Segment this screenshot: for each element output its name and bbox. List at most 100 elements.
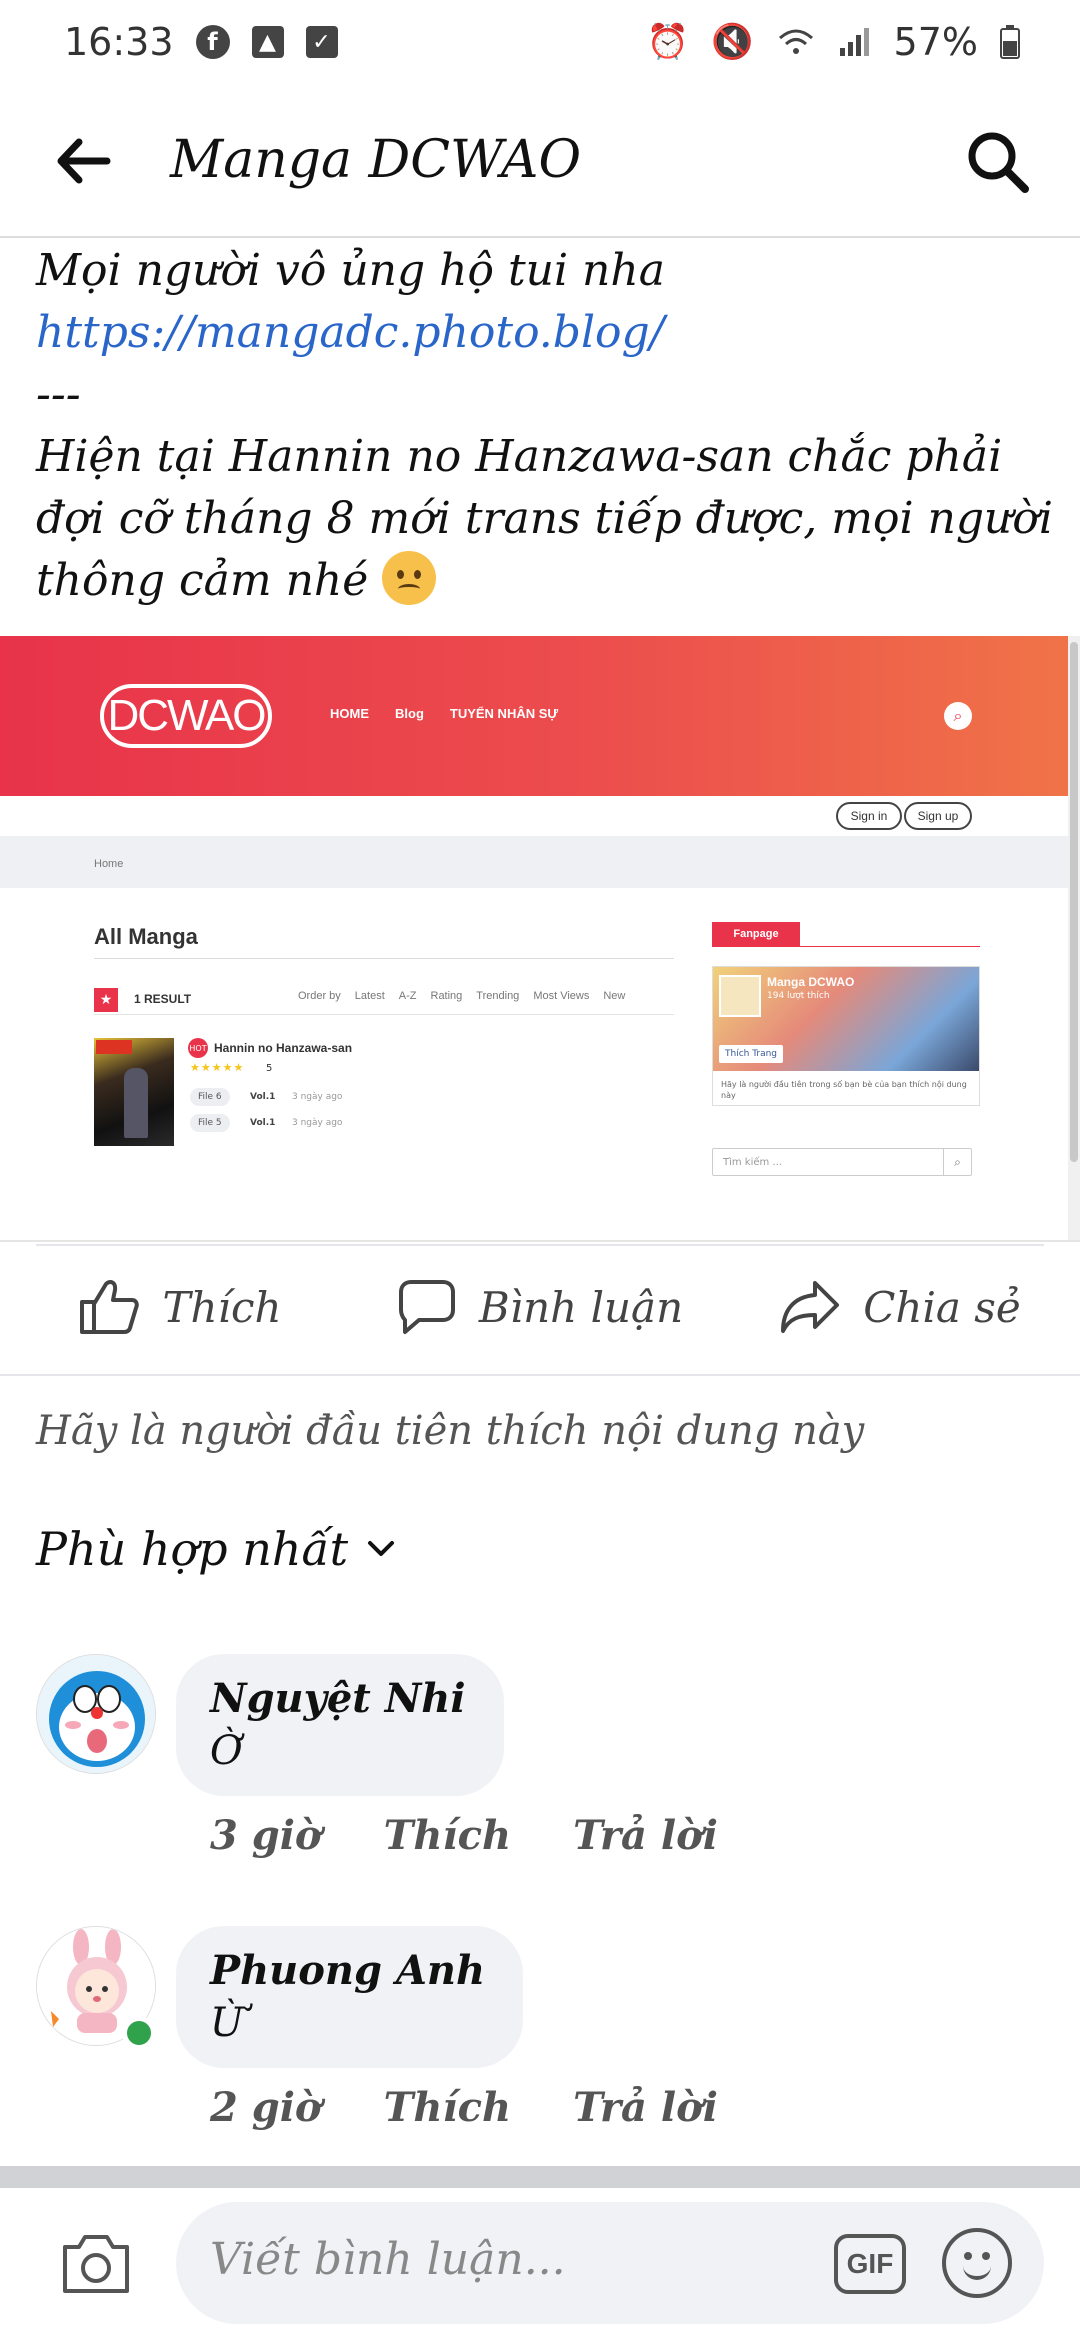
post-link[interactable]: https://mangadc.photo.blog/ — [36, 302, 1046, 364]
comment-bubble[interactable]: Nguyệt Nhi Ờ — [176, 1654, 504, 1796]
comment-label: Bình luận — [478, 1282, 684, 1332]
share-arrow-icon — [781, 1281, 840, 1333]
camera-icon — [63, 2235, 129, 2293]
comment-meta: 3 giờ Thích Trả lời — [210, 1812, 718, 1859]
comment-bubble[interactable]: Phuong Anh Ừ — [176, 1926, 524, 2068]
battery-icon — [1000, 25, 1020, 59]
signal-icon — [839, 28, 869, 56]
comment-like-button[interactable]: Thích — [384, 1812, 511, 1859]
rating-value: 5 — [266, 1063, 273, 1074]
battery-percent: 57% — [893, 20, 978, 64]
fanpage-tab: Fanpage — [712, 922, 800, 946]
fanpage-likes: 194 lượt thích — [767, 991, 830, 1001]
like-button[interactable]: Thích — [0, 1262, 360, 1352]
site-nav-item: TUYỂN NHÂN SỰ — [449, 706, 559, 721]
like-label: Thích — [162, 1282, 282, 1332]
chapter-vol: Vol.1 — [250, 1092, 276, 1102]
camera-button[interactable] — [58, 2226, 134, 2302]
back-button[interactable] — [50, 128, 116, 194]
frowning-face-icon — [382, 551, 437, 605]
emoji-button[interactable] — [942, 2228, 1012, 2298]
comment-sort-dropdown[interactable]: Phù hợp nhất — [36, 1522, 396, 1576]
site-sign-up: Sign up — [904, 802, 972, 830]
arrow-left-icon — [57, 138, 111, 184]
sort-options: Order by Latest A-Z Rating Trending Most… — [298, 990, 625, 1002]
comment-item: Nguyệt Nhi Ờ 3 giờ Thích Trả lời — [0, 1654, 1080, 1859]
comment-author[interactable]: Phuong Anh — [210, 1944, 485, 1998]
chapter-vol: Vol.1 — [250, 1118, 276, 1128]
chapter-time: 3 ngày ago — [292, 1118, 343, 1128]
search-icon — [968, 132, 1029, 193]
post-body: Mọi người vô ủng hộ tui nha https://mang… — [36, 240, 1053, 612]
mute-icon: 🔇 — [711, 22, 754, 62]
comment-composer: Viết bình luận... GIF — [0, 2188, 1080, 2340]
section-title: All Manga — [94, 924, 198, 949]
comment-bubble-icon — [398, 1280, 455, 1334]
site-logo: DCWAO — [100, 684, 272, 748]
comment-reply-button[interactable]: Trả lời — [573, 1812, 718, 1859]
site-search-placeholder: Tìm kiếm ... — [723, 1156, 782, 1168]
chapter-pill: File 5 — [190, 1114, 230, 1132]
facebook-icon: f — [195, 25, 230, 59]
post-line: thông cảm nhé — [36, 555, 369, 606]
chapter-pill: File 6 — [190, 1088, 230, 1106]
sort-option: Trending — [476, 990, 520, 1002]
manga-title: Hannin no Hanzawa-san — [214, 1041, 353, 1055]
chapter-time: 3 ngày ago — [292, 1092, 343, 1102]
gif-button[interactable]: GIF — [834, 2234, 906, 2294]
post-line-with-emoji: thông cảm nhé — [36, 550, 1046, 612]
fanpage-name: Manga DCWAO — [767, 975, 855, 989]
page-title: Manga DCWAO — [170, 130, 582, 190]
comment-sort-label: Phù hợp nhất — [36, 1522, 349, 1576]
comment-text: Ừ — [210, 2000, 244, 2046]
comment-placeholder: Viết bình luận... — [210, 2234, 566, 2285]
site-nav-item: Blog — [395, 706, 424, 721]
online-status-icon — [122, 2016, 156, 2050]
post-actions: Thích Bình luận Chia sẻ — [0, 1262, 1080, 1352]
post-line: Mọi người vô ủng hộ tui nha — [36, 245, 665, 296]
rating-stars: ★★★★★ — [190, 1061, 245, 1074]
sort-option: Latest — [354, 990, 385, 1002]
sort-option: A-Z — [398, 990, 417, 1002]
site-nav-item: HOME — [330, 706, 369, 721]
status-bar: 16:33 f ▲ ✓ ⏰ 🔇 57% — [0, 0, 1080, 84]
comment-input[interactable]: Viết bình luận... GIF — [176, 2202, 1044, 2324]
magnifier-icon: ⌕ — [943, 1149, 971, 1175]
sort-option: Rating — [430, 990, 463, 1002]
thumbs-up-icon — [80, 1280, 140, 1334]
search-button[interactable] — [960, 124, 1036, 200]
fanpage-widget: Manga DCWAO 194 lượt thích Thích Trang H… — [712, 966, 980, 1106]
hot-badge: HOT — [188, 1038, 208, 1058]
top-app-bar: Manga DCWAO — [0, 84, 1080, 238]
post-line: Hiện tại Hannin no Hanzawa-san chắc phải — [36, 431, 1003, 482]
site-search-icon: ⌕ — [944, 702, 972, 730]
sort-option: Most Views — [533, 990, 590, 1002]
star-icon: ★ — [94, 988, 118, 1012]
share-label: Chia sẻ — [863, 1282, 1021, 1332]
chevron-down-icon — [368, 1541, 395, 1556]
checkbox-icon: ✓ — [305, 26, 338, 58]
comment-button[interactable]: Bình luận — [360, 1262, 720, 1352]
comment-time: 2 giờ — [210, 2084, 322, 2131]
comment-like-button[interactable]: Thích — [384, 2084, 511, 2131]
post-image[interactable]: DCWAO HOME Blog TUYỂN NHÂN SỰ ⌕ Sign in … — [0, 636, 1080, 1242]
alarm-icon: ⏰ — [646, 22, 690, 62]
comment-reply-button[interactable]: Trả lời — [573, 2084, 718, 2131]
sort-option: New — [603, 990, 626, 1002]
site-breadcrumb-bar — [0, 836, 1068, 888]
site-header: DCWAO HOME Blog TUYỂN NHÂN SỰ ⌕ — [0, 636, 1068, 796]
site-nav: HOME Blog TUYỂN NHÂN SỰ — [330, 706, 558, 721]
comment-meta: 2 giờ Thích Trả lời — [210, 2084, 718, 2131]
avatar[interactable] — [36, 1654, 156, 1774]
comment-author[interactable]: Nguyệt Nhi — [210, 1672, 466, 1726]
post-separator: --- — [36, 369, 81, 420]
clock: 16:33 — [64, 20, 174, 64]
share-button[interactable]: Chia sẻ — [720, 1262, 1080, 1352]
first-like-prompt: Hãy là người đầu tiên thích nội dung này — [36, 1408, 865, 1454]
site-search-box: Tìm kiếm ... ⌕ — [712, 1148, 972, 1176]
result-count: 1 RESULT — [134, 992, 192, 1006]
sort-option: Order by — [298, 990, 341, 1002]
comment-item: Phuong Anh Ừ 2 giờ Thích Trả lời — [0, 1926, 1080, 2131]
wifi-icon — [778, 29, 813, 54]
manga-cover — [94, 1038, 174, 1146]
